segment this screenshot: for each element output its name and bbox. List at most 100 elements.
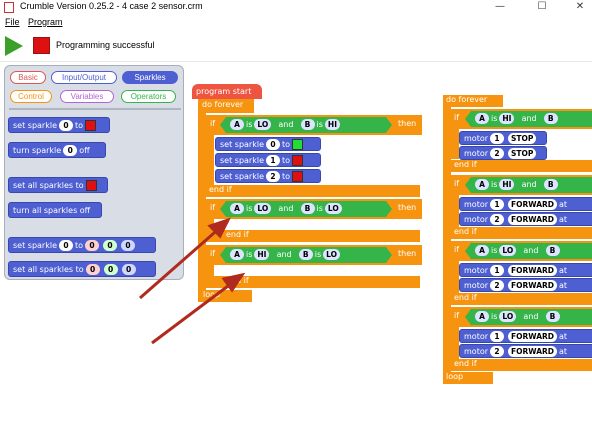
and-condition[interactable]: Ais HI and B <box>465 111 592 127</box>
green-slot[interactable]: 0 <box>103 264 118 275</box>
palette-set-sparkle-rgb-block[interactable]: set sparkle 0 to 0 0 0 <box>8 237 156 253</box>
level-value[interactable]: LO <box>254 203 271 214</box>
sensor-a[interactable]: A <box>230 203 244 214</box>
palette-turn-sparkle-off-block[interactable]: turn sparkle 0 off <box>8 142 106 158</box>
workspace[interactable]: Basic Input/Output Sparkles Control Vari… <box>0 62 592 444</box>
sparkle-index-slot[interactable]: 2 <box>265 171 280 182</box>
and-condition[interactable]: Ais LO and Bis LO <box>220 201 392 217</box>
sensor-b[interactable]: B <box>544 179 558 190</box>
palette-set-all-sparkles-block[interactable]: set all sparkles to <box>8 177 108 193</box>
if-label: if <box>210 203 216 212</box>
tab-basic[interactable]: Basic <box>10 71 46 84</box>
color-swatch[interactable] <box>292 139 304 150</box>
motor-block[interactable]: motor 1 FORWARD at <box>459 197 592 211</box>
sensor-b[interactable]: B <box>546 311 560 322</box>
motor-action-slot[interactable]: FORWARD <box>508 346 558 357</box>
level-value[interactable]: HI <box>499 113 514 124</box>
palette-set-all-sparkles-rgb-block[interactable]: set all sparkles to 0 0 0 <box>8 261 156 277</box>
red-slot[interactable]: 0 <box>85 264 100 275</box>
sensor-b[interactable]: B <box>301 203 315 214</box>
motor-number-slot[interactable]: 1 <box>490 133 505 144</box>
palette-set-sparkle-block[interactable]: set sparkle 0 to <box>8 117 110 133</box>
motor-number-slot[interactable]: 2 <box>490 214 505 225</box>
and-condition[interactable]: Ais LO and B <box>465 309 592 325</box>
motor-action-slot[interactable]: FORWARD <box>508 199 558 210</box>
sensor-a[interactable]: A <box>475 179 489 190</box>
motor-block[interactable]: motor 2 FORWARD at <box>459 344 592 358</box>
sparkle-index-slot[interactable]: 0 <box>63 145 78 156</box>
motor-block[interactable]: motor 1 FORWARD at <box>459 263 592 277</box>
set-sparkle-block[interactable]: set sparkle 1 to <box>215 153 321 167</box>
tab-sparkles[interactable]: Sparkles <box>122 71 178 84</box>
level-value[interactable]: LO <box>325 203 342 214</box>
color-swatch[interactable] <box>85 180 97 191</box>
green-slot[interactable]: 0 <box>103 240 118 251</box>
sensor-b[interactable]: B <box>546 245 560 256</box>
motor-block[interactable]: motor 2 FORWARD at <box>459 212 592 226</box>
motor-number-slot[interactable]: 2 <box>490 148 505 159</box>
sensor-a[interactable]: A <box>475 311 489 322</box>
sensor-b[interactable]: B <box>544 113 558 124</box>
sensor-b[interactable]: B <box>301 119 315 130</box>
color-swatch[interactable] <box>292 155 304 166</box>
sensor-a[interactable]: A <box>230 119 244 130</box>
level-value[interactable]: LO <box>323 249 340 260</box>
sparkle-index-slot[interactable]: 1 <box>265 155 280 166</box>
maximize-button[interactable]: ☐ <box>530 0 554 15</box>
menu-program[interactable]: Program <box>28 17 63 27</box>
blue-slot[interactable]: 0 <box>121 240 136 251</box>
and-condition[interactable]: Ais LO and Bis HI <box>220 117 392 133</box>
sensor-a[interactable]: A <box>230 249 244 260</box>
motor-action-slot[interactable]: STOP <box>508 133 537 144</box>
motor-number-slot[interactable]: 2 <box>490 280 505 291</box>
and-condition[interactable]: Ais HI and Bis LO <box>220 247 392 263</box>
program-start-label: program start <box>196 87 252 96</box>
motor-block[interactable]: motor 2 STOP <box>459 146 547 160</box>
motor-action-slot[interactable]: FORWARD <box>508 214 558 225</box>
motor-number-slot[interactable]: 1 <box>490 331 505 342</box>
level-value[interactable]: LO <box>499 311 516 322</box>
motor-number-slot[interactable]: 2 <box>490 346 505 357</box>
tab-control[interactable]: Control <box>10 90 52 103</box>
motor-action-slot[interactable]: FORWARD <box>508 280 558 291</box>
sensor-a[interactable]: A <box>475 113 489 124</box>
set-sparkle-block[interactable]: set sparkle 2 to <box>215 169 321 183</box>
sparkle-index-slot[interactable]: 0 <box>58 120 73 131</box>
motor-block[interactable]: motor 2 FORWARD at <box>459 278 592 292</box>
is-label: is <box>246 250 253 259</box>
palette-turn-all-sparkles-off-block[interactable]: turn all sparkles off <box>8 202 102 218</box>
sparkle-index-slot[interactable]: 0 <box>265 139 280 150</box>
menu-file[interactable]: File <box>5 17 20 27</box>
color-swatch[interactable] <box>85 120 97 131</box>
run-icon[interactable] <box>5 36 23 56</box>
close-button[interactable]: ✕ <box>568 0 592 15</box>
program-start-block[interactable]: program start <box>192 84 262 99</box>
sensor-b[interactable]: B <box>299 249 313 260</box>
blue-slot[interactable]: 0 <box>121 264 136 275</box>
motor-block[interactable]: motor 1 STOP <box>459 131 547 145</box>
sensor-a[interactable]: A <box>475 245 489 256</box>
if-spine <box>451 261 459 293</box>
level-value[interactable]: HI <box>325 119 340 130</box>
motor-action-slot[interactable]: FORWARD <box>508 265 558 276</box>
color-swatch[interactable] <box>292 171 304 182</box>
and-condition[interactable]: Ais LO and B <box>465 243 592 259</box>
tab-operators[interactable]: Operators <box>121 90 176 103</box>
minimize-button[interactable]: — <box>488 0 512 15</box>
motor-number-slot[interactable]: 1 <box>490 199 505 210</box>
motor-number-slot[interactable]: 1 <box>490 265 505 276</box>
tab-variables[interactable]: Variables <box>60 90 114 103</box>
motor-action-slot[interactable]: STOP <box>508 148 537 159</box>
level-value[interactable]: HI <box>499 179 514 190</box>
motor-action-slot[interactable]: FORWARD <box>508 331 558 342</box>
stop-icon[interactable] <box>33 37 50 54</box>
level-value[interactable]: HI <box>254 249 269 260</box>
tab-input-output[interactable]: Input/Output <box>51 71 117 84</box>
level-value[interactable]: LO <box>254 119 271 130</box>
red-slot[interactable]: 0 <box>85 240 100 251</box>
level-value[interactable]: LO <box>499 245 516 256</box>
motor-block[interactable]: motor 1 FORWARD at <box>459 329 592 343</box>
and-condition[interactable]: Ais HI and B <box>465 177 592 193</box>
set-sparkle-block[interactable]: set sparkle 0 to <box>215 137 321 151</box>
sparkle-index-slot[interactable]: 0 <box>58 240 73 251</box>
